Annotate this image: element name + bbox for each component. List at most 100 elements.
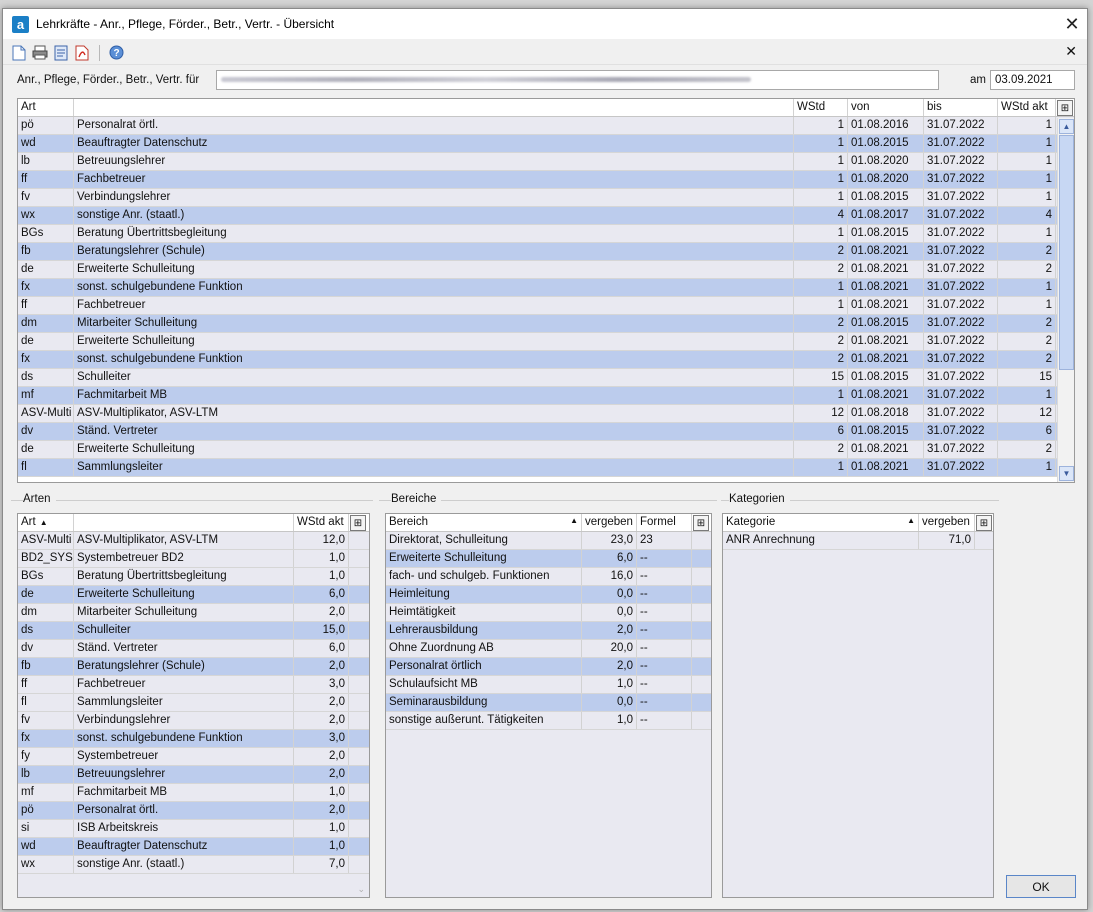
col-header-wstd[interactable]: WStd: [794, 99, 848, 116]
main-scrollbar[interactable]: ▲ ▼: [1057, 118, 1074, 482]
scroll-down-icon[interactable]: ⌄: [357, 884, 365, 895]
kategorien-col-vergeben[interactable]: vergeben: [919, 514, 975, 531]
new-document-icon[interactable]: [9, 43, 29, 63]
bereiche-cell: --: [637, 568, 692, 585]
arten-row[interactable]: wx sonstige Anr. (staatl.) 7,0: [18, 856, 369, 874]
col-header-description[interactable]: [74, 99, 794, 116]
bereiche-col-vergeben[interactable]: vergeben: [582, 514, 637, 531]
close-icon[interactable]: ✕: [1057, 9, 1087, 39]
arten-row[interactable]: BD2_SYS Systembetreuer BD2 1,0: [18, 550, 369, 568]
arten-col-art[interactable]: Art ▲: [18, 514, 74, 531]
arten-cell: fx: [18, 730, 74, 747]
arten-row[interactable]: wd Beauftragter Datenschutz 1,0: [18, 838, 369, 856]
column-chooser-icon[interactable]: ⊞: [976, 515, 992, 531]
arten-row[interactable]: pö Personalrat örtl. 2,0: [18, 802, 369, 820]
main_table-row[interactable]: fb Beratungslehrer (Schule) 2 01.08.2021 31.…: [18, 243, 1074, 261]
arten-row[interactable]: fl Sammlungsleiter 2,0: [18, 694, 369, 712]
main_table-cell: fx: [18, 351, 74, 368]
arten-cell: dv: [18, 640, 74, 657]
bereiche-row[interactable]: Personalrat örtlich 2,0 --: [386, 658, 711, 676]
main_table-row[interactable]: fl Sammlungsleiter 1 01.08.2021 31.07.2022 1: [18, 459, 1074, 477]
print-preview-icon[interactable]: [51, 43, 71, 63]
bereiche-column-chooser[interactable]: ⊞: [692, 514, 710, 531]
arten-row[interactable]: fv Verbindungslehrer 2,0: [18, 712, 369, 730]
bereiche-row[interactable]: Schulaufsicht MB 1,0 --: [386, 676, 711, 694]
col-header-art[interactable]: Art: [18, 99, 74, 116]
print-icon[interactable]: [30, 43, 50, 63]
main_table-row[interactable]: mf Fachmitarbeit MB 1 01.08.2021 31.07.2022 1: [18, 387, 1074, 405]
main_table-row[interactable]: wx sonstige Anr. (staatl.) 4 01.08.2017 31.0…: [18, 207, 1074, 225]
main_table-row[interactable]: fx sonst. schulgebundene Funktion 2 01.08.2…: [18, 351, 1074, 369]
main_table-row[interactable]: ASV-Multi ASV-Multiplikator, ASV-LTM 12 01.…: [18, 405, 1074, 423]
arten-row[interactable]: lb Betreuungslehrer 2,0: [18, 766, 369, 784]
kategorien-column-chooser[interactable]: ⊞: [975, 514, 993, 531]
arten-col-desc[interactable]: [74, 514, 294, 531]
main_table-row[interactable]: de Erweiterte Schulleitung 2 01.08.2021 31.0…: [18, 333, 1074, 351]
column-chooser-icon[interactable]: ⊞: [1057, 100, 1073, 116]
bereiche-table: Bereich ▲ vergeben Formel ⊞ Direktorat, S…: [385, 513, 712, 898]
bereiche-row[interactable]: Ohne Zuordnung AB 20,0 --: [386, 640, 711, 658]
bereiche-col-formel[interactable]: Formel: [637, 514, 692, 531]
col-header-bis[interactable]: bis: [924, 99, 998, 116]
bereiche-cell: --: [637, 604, 692, 621]
scroll-down-icon[interactable]: ▼: [1059, 466, 1074, 481]
main_table-row[interactable]: dm Mitarbeiter Schulleitung 2 01.08.2015 31.…: [18, 315, 1074, 333]
bereiche-cell: --: [637, 712, 692, 729]
arten-row[interactable]: ff Fachbetreuer 3,0: [18, 676, 369, 694]
arten-row[interactable]: dm Mitarbeiter Schulleitung 2,0: [18, 604, 369, 622]
arten-column-chooser[interactable]: ⊞: [349, 514, 367, 531]
teacher-field[interactable]: [216, 70, 939, 90]
column-chooser-icon[interactable]: ⊞: [350, 515, 366, 531]
scroll-up-icon[interactable]: ▲: [1059, 119, 1074, 134]
main_table-row[interactable]: fx sonst. schulgebundene Funktion 1 01.08.2…: [18, 279, 1074, 297]
kategorien-col-kategorie[interactable]: Kategorie ▲: [723, 514, 919, 531]
bereiche-row[interactable]: Erweiterte Schulleitung 6,0 --: [386, 550, 711, 568]
toolbar-close-icon[interactable]: ✕: [1065, 43, 1077, 60]
arten-row[interactable]: dv Ständ. Vertreter 6,0: [18, 640, 369, 658]
arten-row[interactable]: BGs Beratung Übertrittsbegleitung 1,0: [18, 568, 369, 586]
bereiche-cell: 23: [637, 532, 692, 549]
bereiche-cell: 16,0: [582, 568, 637, 585]
bereiche-row[interactable]: Heimtätigkeit 0,0 --: [386, 604, 711, 622]
ok-button[interactable]: OK: [1006, 875, 1076, 898]
bereiche-row[interactable]: Seminarausbildung 0,0 --: [386, 694, 711, 712]
arten-row[interactable]: fb Beratungslehrer (Schule) 2,0: [18, 658, 369, 676]
bereiche-row[interactable]: fach- und schulgeb. Funktionen 16,0 --: [386, 568, 711, 586]
arten-row[interactable]: ds Schulleiter 15,0: [18, 622, 369, 640]
main_table-row[interactable]: ff Fachbetreuer 1 01.08.2020 31.07.2022 1: [18, 171, 1074, 189]
bereiche-row[interactable]: Direktorat, Schulleitung 23,0 23: [386, 532, 711, 550]
main_table-row[interactable]: wd Beauftragter Datenschutz 1 01.08.2015 31.…: [18, 135, 1074, 153]
bereiche-row[interactable]: Heimleitung 0,0 --: [386, 586, 711, 604]
bereiche-col-bereich[interactable]: Bereich ▲: [386, 514, 582, 531]
arten-row[interactable]: fy Systembetreuer 2,0: [18, 748, 369, 766]
main_table-row[interactable]: fv Verbindungslehrer 1 01.08.2015 31.07.2022…: [18, 189, 1074, 207]
kategorien-row[interactable]: ANR Anrechnung 71,0: [723, 532, 993, 550]
scroll-thumb[interactable]: [1059, 135, 1074, 370]
arten-row[interactable]: ASV-Multi ASV-Multiplikator, ASV-LTM 12,0: [18, 532, 369, 550]
column-chooser[interactable]: ⊞: [1056, 99, 1074, 116]
main_table-row[interactable]: de Erweiterte Schulleitung 2 01.08.2021 31.0…: [18, 441, 1074, 459]
arten-col-wstd-akt[interactable]: WStd akt: [294, 514, 349, 531]
help-icon[interactable]: ?: [106, 43, 126, 63]
column-chooser-icon[interactable]: ⊞: [693, 515, 709, 531]
bereiche-row[interactable]: Lehrerausbildung 2,0 --: [386, 622, 711, 640]
arten-row[interactable]: si ISB Arbeitskreis 1,0: [18, 820, 369, 838]
bereiche-row[interactable]: sonstige außerunt. Tätigkeiten 1,0 --: [386, 712, 711, 730]
arten-cell: fv: [18, 712, 74, 729]
main_table-cell: 2: [998, 441, 1056, 458]
main_table-row[interactable]: ff Fachbetreuer 1 01.08.2021 31.07.2022 1: [18, 297, 1074, 315]
arten-row[interactable]: de Erweiterte Schulleitung 6,0: [18, 586, 369, 604]
main_table-row[interactable]: pö Personalrat örtl. 1 01.08.2016 31.07.2022…: [18, 117, 1074, 135]
main_table-row[interactable]: dv Ständ. Vertreter 6 01.08.2015 31.07.2022 6: [18, 423, 1074, 441]
main_table-row[interactable]: BGs Beratung Übertrittsbegleitung 1 01.08.2…: [18, 225, 1074, 243]
col-header-von[interactable]: von: [848, 99, 924, 116]
arten-cell: fb: [18, 658, 74, 675]
main_table-row[interactable]: lb Betreuungslehrer 1 01.08.2020 31.07.2022 1: [18, 153, 1074, 171]
date-field[interactable]: 03.09.2021: [990, 70, 1075, 90]
col-header-wstd-akt[interactable]: WStd akt: [998, 99, 1056, 116]
main_table-row[interactable]: de Erweiterte Schulleitung 2 01.08.2021 31.0…: [18, 261, 1074, 279]
arten-row[interactable]: fx sonst. schulgebundene Funktion 3,0: [18, 730, 369, 748]
pdf-icon[interactable]: [72, 43, 92, 63]
main_table-row[interactable]: ds Schulleiter 15 01.08.2015 31.07.2022 15: [18, 369, 1074, 387]
arten-row[interactable]: mf Fachmitarbeit MB 1,0: [18, 784, 369, 802]
